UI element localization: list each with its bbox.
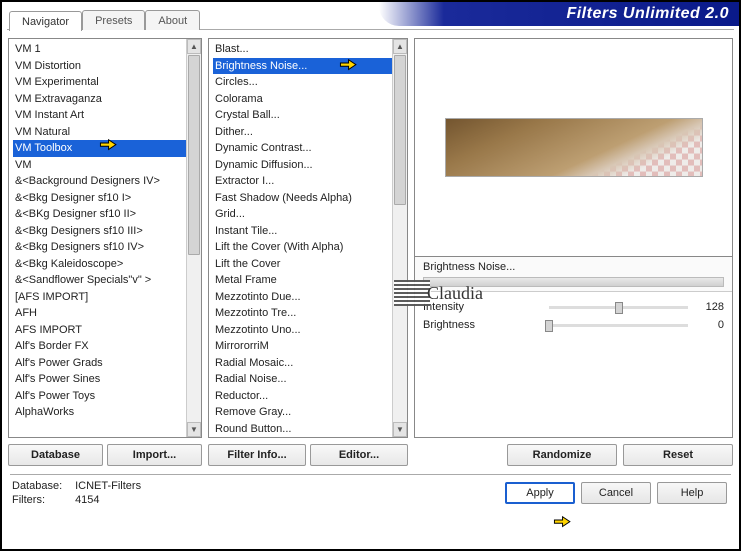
filter-scrollbar[interactable]: ▲ ▼ <box>392 39 407 437</box>
category-list-item[interactable]: VM Experimental <box>13 74 186 91</box>
param-label: Brightness <box>423 319 543 331</box>
filter-list-item[interactable]: Radial Mosaic... <box>213 355 392 372</box>
filter-list-item[interactable]: Mezzotinto Uno... <box>213 322 392 339</box>
category-list-item[interactable]: VM Distortion <box>13 58 186 75</box>
category-list-item[interactable]: AlphaWorks <box>13 404 186 421</box>
preview-area <box>415 39 732 257</box>
category-list-item[interactable]: VM <box>13 157 186 174</box>
category-list-item[interactable]: &<Sandflower Specials"v" > <box>13 272 186 289</box>
param-slider-brightness[interactable] <box>549 324 688 327</box>
watermark: Claudia <box>394 274 504 312</box>
filter-list-item[interactable]: Lift the Cover <box>213 256 392 273</box>
category-list-item[interactable]: &<BKg Designer sf10 II> <box>13 206 186 223</box>
filter-list-item[interactable]: Circles... <box>213 74 392 91</box>
scroll-thumb[interactable] <box>394 55 406 205</box>
param-slider-intensity[interactable] <box>549 306 688 309</box>
category-list-item[interactable]: &<Bkg Designers sf10 IV> <box>13 239 186 256</box>
randomize-button[interactable]: Randomize <box>507 444 617 466</box>
status-filters-label: Filters: <box>12 493 72 507</box>
filter-preview-image <box>445 118 703 177</box>
filter-list-item[interactable]: Mezzotinto Tre... <box>213 305 392 322</box>
filter-listbox[interactable]: Blast...Brightness Noise...Circles...Col… <box>208 38 408 438</box>
selected-filter-title: Brightness Noise... <box>423 261 515 273</box>
tab-presets[interactable]: Presets <box>82 10 145 30</box>
slider-thumb[interactable] <box>615 302 623 314</box>
filter-list-item[interactable]: Colorama <box>213 91 392 108</box>
tab-navigator[interactable]: Navigator <box>9 11 82 31</box>
cancel-button[interactable]: Cancel <box>581 482 651 504</box>
status-database-value: ICNET-Filters <box>75 480 141 492</box>
category-list-item[interactable]: &<Bkg Designer sf10 I> <box>13 190 186 207</box>
scroll-up-icon[interactable]: ▲ <box>187 39 201 54</box>
category-list-item[interactable]: &<Background Designers IV> <box>13 173 186 190</box>
apply-button[interactable]: Apply <box>505 482 575 504</box>
help-button[interactable]: Help <box>657 482 727 504</box>
category-list-item[interactable]: AFS IMPORT <box>13 322 186 339</box>
tab-about[interactable]: About <box>145 10 200 30</box>
status-bar: Database: ICNET-Filters Filters: 4154 <box>12 479 505 507</box>
editor-button[interactable]: Editor... <box>310 444 408 466</box>
filter-list-item[interactable]: Round Corners <box>213 437 392 438</box>
filter-list-item[interactable]: MirrororriM <box>213 338 392 355</box>
category-list-item[interactable]: VM 1 <box>13 41 186 58</box>
filter-list-item[interactable]: Metal Frame <box>213 272 392 289</box>
scroll-thumb[interactable] <box>188 55 200 255</box>
filter-list-item[interactable]: Mezzotinto Due... <box>213 289 392 306</box>
filter-list-item[interactable]: Reductor... <box>213 388 392 405</box>
category-list-item[interactable]: VM Instant Art <box>13 107 186 124</box>
filter-list-item[interactable]: Radial Noise... <box>213 371 392 388</box>
filter-list-item[interactable]: Instant Tile... <box>213 223 392 240</box>
param-row-brightness: Brightness 0 <box>423 316 724 334</box>
category-list-item[interactable]: VM Toolbox <box>13 140 186 157</box>
category-list-item[interactable]: VM Natural <box>13 124 186 141</box>
filter-list-item[interactable]: Lift the Cover (With Alpha) <box>213 239 392 256</box>
filter-list-item[interactable]: Round Button... <box>213 421 392 438</box>
category-listbox[interactable]: VM 1VM DistortionVM ExperimentalVM Extra… <box>8 38 202 438</box>
scroll-up-icon[interactable]: ▲ <box>393 39 407 54</box>
filter-list-item[interactable]: Dynamic Diffusion... <box>213 157 392 174</box>
slider-thumb[interactable] <box>545 320 553 332</box>
category-list-item[interactable]: [AFS IMPORT] <box>13 289 186 306</box>
category-scrollbar[interactable]: ▲ ▼ <box>186 39 201 437</box>
import-button[interactable]: Import... <box>107 444 202 466</box>
category-list-item[interactable]: Alf's Power Sines <box>13 371 186 388</box>
category-list-item[interactable]: Alf's Power Toys <box>13 388 186 405</box>
category-list-item[interactable]: &<Bkg Kaleidoscope> <box>13 256 186 273</box>
status-database-label: Database: <box>12 479 72 493</box>
category-list-item[interactable]: Alf's Power Grads <box>13 355 186 372</box>
status-filters-value: 4154 <box>75 494 99 506</box>
app-title: Filters Unlimited 2.0 <box>566 5 729 23</box>
param-value: 128 <box>694 301 724 313</box>
category-list-item[interactable]: VM Extravaganza <box>13 91 186 108</box>
reset-button[interactable]: Reset <box>623 444 733 466</box>
pointer-icon <box>552 510 578 530</box>
scroll-down-icon[interactable]: ▼ <box>187 422 201 437</box>
category-list-item[interactable]: &<Bkg Designers sf10 III> <box>13 223 186 240</box>
app-title-banner: Filters Unlimited 2.0 <box>379 2 739 26</box>
filter-list-item[interactable]: Blast... <box>213 41 392 58</box>
category-list-item[interactable]: AFH <box>13 305 186 322</box>
filter-list-item[interactable]: Dither... <box>213 124 392 141</box>
filter-list-item[interactable]: Remove Gray... <box>213 404 392 421</box>
preview-params-panel: Brightness Noise... Intensity128Brightne… <box>414 38 733 438</box>
filter-list-item[interactable]: Brightness Noise... <box>213 58 392 75</box>
scroll-down-icon[interactable]: ▼ <box>393 422 407 437</box>
param-value: 0 <box>694 319 724 331</box>
category-list-item[interactable]: Alf's Border FX <box>13 338 186 355</box>
filter-list-item[interactable]: Crystal Ball... <box>213 107 392 124</box>
filter-list-item[interactable]: Dynamic Contrast... <box>213 140 392 157</box>
filter-info-button[interactable]: Filter Info... <box>208 444 306 466</box>
filter-list-item[interactable]: Extractor I... <box>213 173 392 190</box>
filter-list-item[interactable]: Grid... <box>213 206 392 223</box>
database-button[interactable]: Database <box>8 444 103 466</box>
filter-list-item[interactable]: Fast Shadow (Needs Alpha) <box>213 190 392 207</box>
